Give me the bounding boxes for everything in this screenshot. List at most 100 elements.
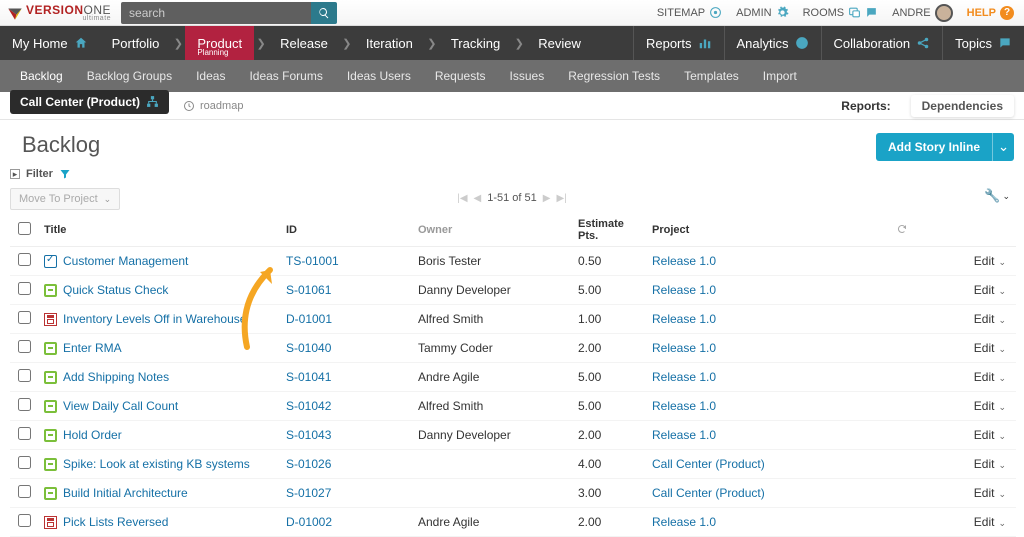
col-project[interactable]: Project — [646, 214, 890, 247]
nav-reports[interactable]: Reports — [633, 26, 724, 60]
subnav-ideas-users[interactable]: Ideas Users — [335, 60, 423, 92]
edit-link[interactable]: Edit — [974, 341, 995, 355]
col-title[interactable]: Title — [38, 214, 280, 247]
project-link[interactable]: Release 1.0 — [652, 515, 716, 529]
item-id-link[interactable]: S-01061 — [286, 283, 331, 297]
edit-link[interactable]: Edit — [974, 486, 995, 500]
help-link[interactable]: HELP? — [967, 6, 1014, 20]
move-to-project-button[interactable]: Move To Project⌄ — [10, 188, 120, 210]
col-owner[interactable]: Owner — [412, 214, 572, 247]
nav-review[interactable]: Review — [526, 26, 593, 60]
item-title-link[interactable]: Build Initial Architecture — [63, 486, 188, 500]
filter-label[interactable]: Filter — [26, 168, 53, 180]
search-button[interactable] — [311, 2, 337, 24]
add-story-dropdown[interactable]: ⌄ — [992, 133, 1014, 161]
edit-link[interactable]: Edit — [974, 370, 995, 384]
edit-link[interactable]: Edit — [974, 254, 995, 268]
edit-link[interactable]: Edit — [974, 312, 995, 326]
project-link[interactable]: Release 1.0 — [652, 428, 716, 442]
item-id-link[interactable]: S-01040 — [286, 341, 331, 355]
subnav-requests[interactable]: Requests — [423, 60, 498, 92]
rooms-link[interactable]: ROOMS — [803, 6, 879, 19]
project-link[interactable]: Call Center (Product) — [652, 457, 765, 471]
item-title-link[interactable]: Pick Lists Reversed — [63, 515, 168, 529]
edit-link[interactable]: Edit — [974, 515, 995, 529]
item-id-link[interactable]: S-01041 — [286, 370, 331, 384]
col-refresh[interactable] — [890, 214, 946, 247]
subnav-templates[interactable]: Templates — [672, 60, 751, 92]
item-id-link[interactable]: S-01026 — [286, 457, 331, 471]
project-link[interactable]: Release 1.0 — [652, 312, 716, 326]
subnav-backlog[interactable]: Backlog — [8, 60, 75, 92]
item-id-link[interactable]: S-01042 — [286, 399, 331, 413]
project-link[interactable]: Release 1.0 — [652, 283, 716, 297]
project-link[interactable]: Release 1.0 — [652, 254, 716, 268]
subnav-backlog-groups[interactable]: Backlog Groups — [75, 60, 184, 92]
row-checkbox[interactable] — [18, 485, 31, 498]
roadmap-link[interactable]: roadmap — [183, 100, 243, 112]
subnav-issues[interactable]: Issues — [498, 60, 557, 92]
item-title-link[interactable]: Hold Order — [63, 428, 122, 442]
row-checkbox[interactable] — [18, 456, 31, 469]
item-id-link[interactable]: D-01001 — [286, 312, 332, 326]
user-menu[interactable]: ANDRE — [892, 4, 953, 22]
nav-product[interactable]: ProductPlanning — [185, 26, 254, 60]
filter-icon[interactable] — [59, 168, 71, 180]
product-context-chip[interactable]: Call Center (Product) — [10, 90, 169, 114]
nav-portfolio[interactable]: Portfolio — [100, 26, 172, 60]
subnav-ideas[interactable]: Ideas — [184, 60, 237, 92]
edit-link[interactable]: Edit — [974, 428, 995, 442]
search-input[interactable] — [121, 2, 311, 24]
edit-link[interactable]: Edit — [974, 457, 995, 471]
add-story-button[interactable]: Add Story Inline — [876, 133, 992, 161]
item-id-link[interactable]: S-01043 — [286, 428, 331, 442]
nav-analytics[interactable]: Analytics — [724, 26, 821, 60]
row-checkbox[interactable] — [18, 369, 31, 382]
nav-myhome[interactable]: My Home — [0, 26, 100, 60]
sitemap-link[interactable]: SITEMAP — [657, 6, 722, 19]
nav-release[interactable]: Release — [268, 26, 340, 60]
nav-topics[interactable]: Topics — [942, 26, 1024, 60]
project-link[interactable]: Release 1.0 — [652, 341, 716, 355]
subnav-ideas-forums[interactable]: Ideas Forums — [237, 60, 334, 92]
row-checkbox[interactable] — [18, 311, 31, 324]
col-id[interactable]: ID — [280, 214, 412, 247]
pager-prev[interactable]: ◀ — [474, 193, 482, 204]
row-checkbox[interactable] — [18, 282, 31, 295]
item-title-link[interactable]: View Daily Call Count — [63, 399, 178, 413]
project-link[interactable]: Call Center (Product) — [652, 486, 765, 500]
row-checkbox[interactable] — [18, 514, 31, 527]
pager-last[interactable]: ▶| — [556, 193, 566, 204]
pager-next[interactable]: ▶ — [543, 193, 551, 204]
edit-link[interactable]: Edit — [974, 399, 995, 413]
nav-iteration[interactable]: Iteration — [354, 26, 425, 60]
subnav-regression-tests[interactable]: Regression Tests — [556, 60, 672, 92]
item-id-link[interactable]: TS-01001 — [286, 254, 339, 268]
item-title-link[interactable]: Enter RMA — [63, 341, 122, 355]
item-title-link[interactable]: Add Shipping Notes — [63, 370, 169, 384]
admin-link[interactable]: ADMIN — [736, 6, 788, 19]
col-estimate[interactable]: Estimate Pts. — [572, 214, 646, 247]
item-title-link[interactable]: Quick Status Check — [63, 283, 168, 297]
item-title-link[interactable]: Spike: Look at existing KB systems — [63, 457, 250, 471]
nav-collaboration[interactable]: Collaboration — [821, 26, 943, 60]
item-id-link[interactable]: S-01027 — [286, 486, 331, 500]
row-checkbox[interactable] — [18, 340, 31, 353]
item-id-link[interactable]: D-01002 — [286, 515, 332, 529]
select-all-checkbox[interactable] — [18, 222, 31, 235]
row-checkbox[interactable] — [18, 427, 31, 440]
item-title-link[interactable]: Customer Management — [63, 254, 188, 268]
edit-link[interactable]: Edit — [974, 283, 995, 297]
row-checkbox[interactable] — [18, 253, 31, 266]
project-link[interactable]: Release 1.0 — [652, 370, 716, 384]
project-link[interactable]: Release 1.0 — [652, 399, 716, 413]
row-checkbox[interactable] — [18, 398, 31, 411]
dependencies-button[interactable]: Dependencies — [911, 95, 1014, 117]
logo[interactable]: VERSIONONE ultimate — [0, 3, 121, 22]
subnav-import[interactable]: Import — [751, 60, 809, 92]
nav-tracking[interactable]: Tracking — [439, 26, 512, 60]
grid-settings[interactable]: 🔧⌄ — [984, 188, 1010, 204]
expand-toggle[interactable]: ▸ — [10, 169, 20, 179]
pager-first[interactable]: |◀ — [457, 193, 467, 204]
item-title-link[interactable]: Inventory Levels Off in Warehouse — [63, 312, 246, 326]
